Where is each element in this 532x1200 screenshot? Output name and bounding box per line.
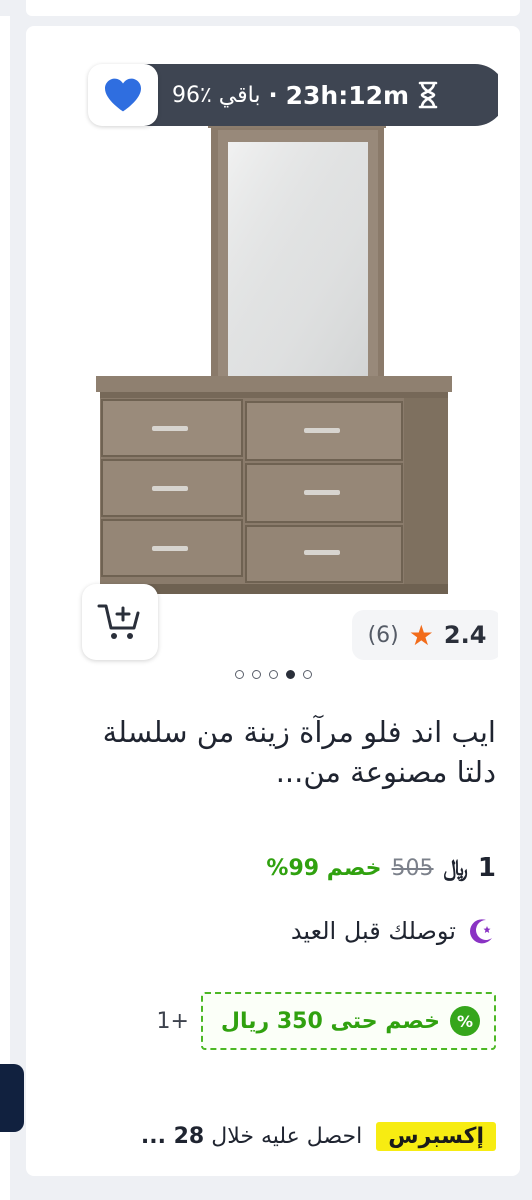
timer-text-group: باقي ٪96 · 23h:12m xyxy=(172,64,439,126)
adjacent-card-edge xyxy=(0,16,10,1200)
carousel-dot[interactable] xyxy=(251,670,261,679)
carousel-dot[interactable] xyxy=(268,670,278,679)
page: باقي ٪96 · 23h:12m (6) ★ 2.4 ايب اند فلو… xyxy=(0,0,532,1200)
rating-count: (6) xyxy=(367,622,399,648)
coupon-row: % خصم حتى 350 ريال +1 xyxy=(46,992,496,1050)
product-title[interactable]: ايب اند فلو مرآة زينة من سلسلة دلتا مصنو… xyxy=(56,712,496,792)
heart-icon xyxy=(105,78,141,112)
add-to-cart-icon xyxy=(97,604,140,639)
rating-value: 2.4 xyxy=(443,621,487,649)
express-delivery-row: إكسبرس احصل عليه خلال 28 ... xyxy=(46,1114,496,1158)
express-delivery-text: احصل عليه خلال 28 ... xyxy=(141,1124,362,1149)
current-price: 1 xyxy=(477,853,496,883)
carousel-dot[interactable] xyxy=(302,670,312,679)
hourglass-icon xyxy=(418,81,438,109)
discount-label: خصم 99% xyxy=(266,855,382,881)
old-price: 505 xyxy=(391,855,434,881)
express-text-label: احصل عليه خلال xyxy=(211,1123,363,1149)
crescent-moon-icon xyxy=(470,919,492,944)
favorite-button[interactable] xyxy=(88,64,158,126)
previous-card-edge xyxy=(26,0,520,16)
coupon-text: خصم حتى 350 ريال xyxy=(220,1008,440,1034)
rating-badge[interactable]: (6) ★ 2.4 xyxy=(352,610,498,660)
separator: · xyxy=(268,81,278,109)
add-to-cart-button[interactable] xyxy=(82,584,158,660)
image-carousel-dots xyxy=(48,670,498,679)
carousel-dot-active[interactable] xyxy=(285,670,295,679)
delivery-info: توصلك قبل العيد xyxy=(46,916,496,946)
express-days: 28 ... xyxy=(140,1123,205,1149)
delivery-text: توصلك قبل العيد xyxy=(290,917,456,945)
express-badge: إكسبرس xyxy=(376,1121,496,1151)
countdown-time: 23h:12m xyxy=(285,80,410,110)
currency-symbol: ﷼ xyxy=(443,855,468,881)
price-row: 1 ﷼ 505 خصم 99% xyxy=(46,846,496,890)
product-card[interactable]: باقي ٪96 · 23h:12m (6) ★ 2.4 ايب اند فلو… xyxy=(26,26,520,1176)
product-image-area[interactable]: باقي ٪96 · 23h:12m (6) ★ 2.4 xyxy=(48,46,498,698)
side-tab[interactable] xyxy=(0,1064,24,1132)
stock-remaining: باقي ٪96 xyxy=(172,82,261,108)
more-offers-count[interactable]: +1 xyxy=(156,1009,188,1034)
percent-badge-icon: % xyxy=(450,1006,480,1036)
star-icon: ★ xyxy=(408,618,434,652)
carousel-dot[interactable] xyxy=(234,670,244,679)
coupon-offer[interactable]: % خصم حتى 350 ريال xyxy=(200,992,496,1050)
